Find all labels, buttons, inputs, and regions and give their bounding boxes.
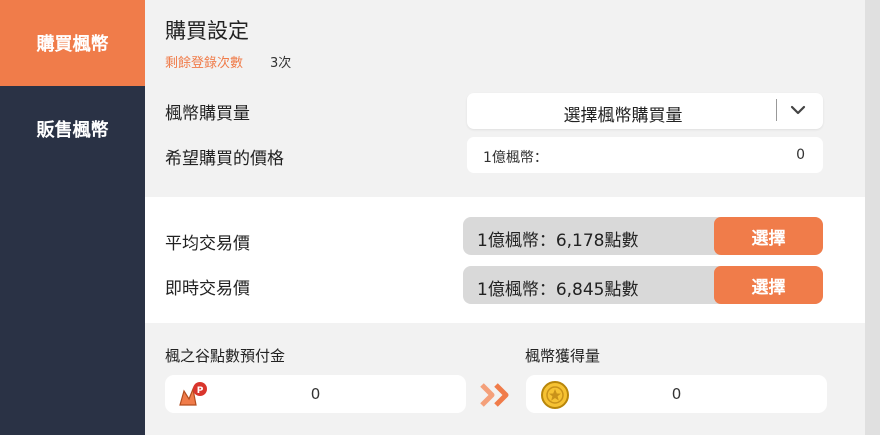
price-input-value: 0 — [796, 147, 805, 163]
double-chevron-right-icon — [480, 383, 509, 407]
points-prepaid-label: 楓之谷點數預付金 — [165, 347, 286, 365]
trade-price-panel: 平均交易價 1億楓幣：6,178點數 選擇 即時交易價 1億楓幣：6,845點數… — [145, 197, 865, 323]
tab-buy-mesos-label: 購買楓幣 — [36, 34, 109, 55]
average-price-label: 平均交易價 — [165, 234, 250, 254]
remaining-registrations-count: 3次 — [270, 56, 292, 71]
chevron-down-icon[interactable] — [787, 99, 809, 121]
mesos-gained-box: 0 — [526, 375, 827, 413]
mesos-gained-label: 楓幣獲得量 — [525, 347, 601, 365]
scrollbar-track[interactable] — [865, 0, 880, 435]
page-title: 購買設定 — [165, 19, 249, 43]
points-prepaid-value: 0 — [310, 385, 321, 403]
price-label: 希望購買的價格 — [165, 149, 284, 169]
average-price-value: 1億楓幣：6,178點數 — [477, 231, 639, 251]
select-divider — [776, 99, 777, 121]
mesos-gained-value: 0 — [671, 385, 682, 403]
realtime-price-bar: 1億楓幣：6,845點數 選擇 — [463, 266, 823, 304]
main-panel: 購買設定 剩餘登錄次數 3次 楓幣購買量 選擇楓幣購買量 希望購買的價格 1億楓… — [145, 0, 865, 435]
tab-sell-mesos-label: 販售楓幣 — [36, 120, 109, 141]
tab-buy-mesos[interactable]: 購買楓幣 — [0, 0, 145, 86]
tab-sell-mesos[interactable]: 販售楓幣 — [0, 86, 145, 172]
select-average-price-button[interactable]: 選擇 — [714, 217, 823, 255]
amount-select[interactable]: 選擇楓幣購買量 — [467, 93, 823, 129]
amount-select-text: 選擇楓幣購買量 — [563, 106, 683, 126]
realtime-price-label: 即時交易價 — [165, 279, 250, 299]
price-input[interactable]: 1億楓幣： 0 — [467, 137, 823, 173]
sidebar: 購買楓幣 販售楓幣 — [0, 0, 145, 435]
amount-label: 楓幣購買量 — [165, 104, 250, 124]
average-price-bar: 1億楓幣：6,178點數 選擇 — [463, 217, 823, 255]
select-realtime-price-button[interactable]: 選擇 — [714, 266, 823, 304]
realtime-price-value: 1億楓幣：6,845點數 — [477, 280, 639, 300]
remaining-registrations-label: 剩餘登錄次數 — [165, 56, 244, 71]
points-prepaid-box: P 0 — [165, 375, 466, 413]
price-unit-label: 1億楓幣： — [483, 150, 548, 166]
